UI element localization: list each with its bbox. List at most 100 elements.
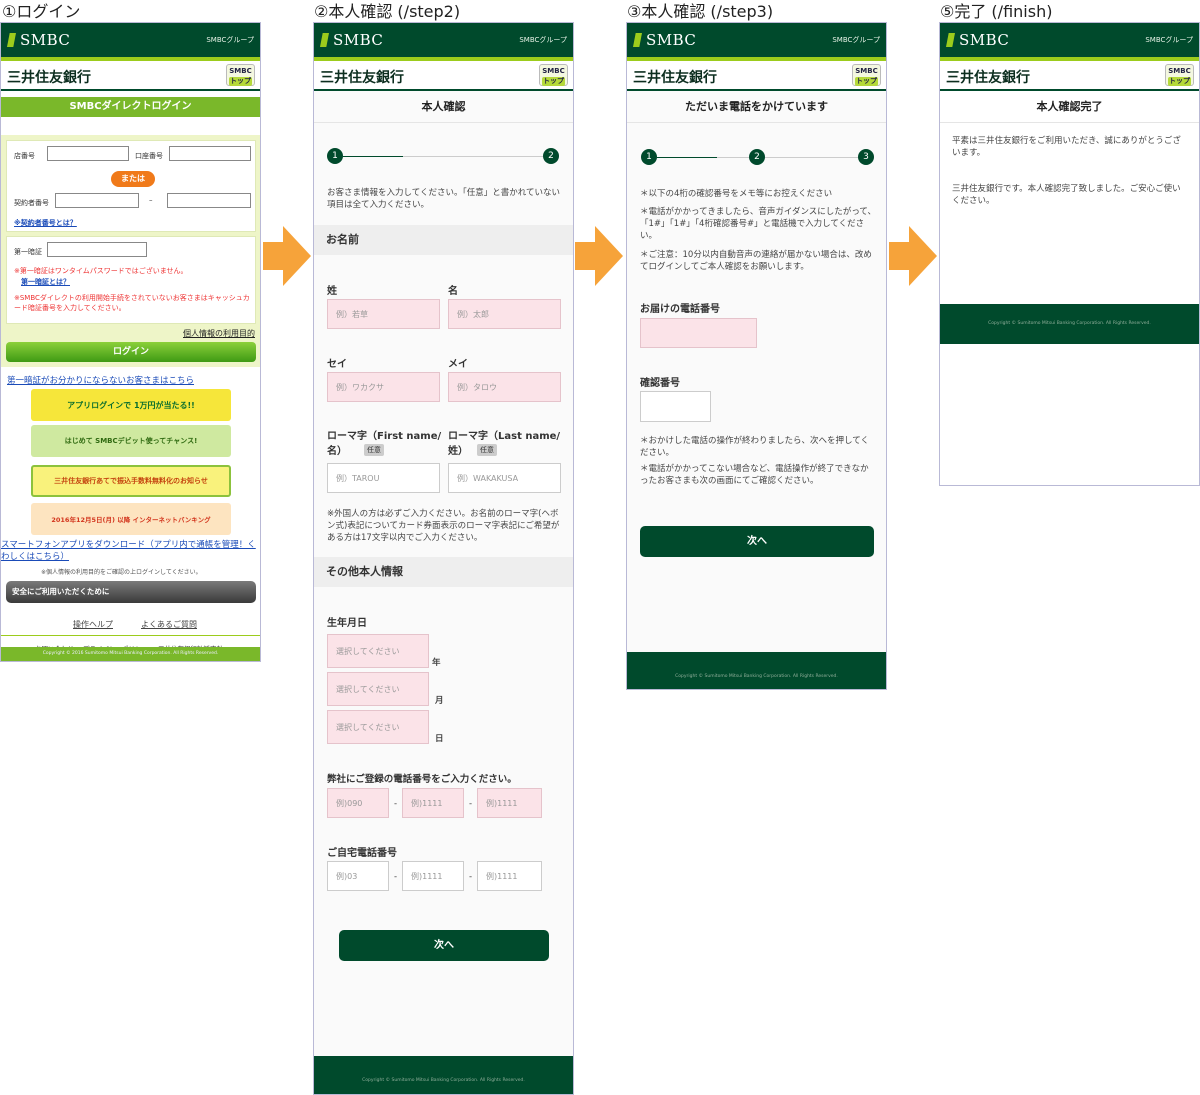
roman-first-label: ローマ字（First name/名）: [327, 431, 442, 457]
pin-box: 第一暗証 ※第一暗証はワンタイムパスワードではございません。 第一暗証とは？ ※…: [6, 236, 256, 324]
home-phone-label: ご自宅電話番号: [327, 848, 397, 859]
foreign-note: ※外国人の方は必ずご入力ください。お名前のローマ字(ヘボン式)表記についてカード…: [327, 509, 560, 543]
store-label: 店番号: [14, 152, 35, 160]
progress-line-pending: [717, 157, 749, 158]
home-phone-input-3[interactable]: 例)1111: [477, 861, 542, 891]
login-button[interactable]: ログイン: [6, 342, 256, 362]
step-label-login: ①ログイン: [2, 2, 81, 21]
progress-step-2: 2: [543, 148, 559, 164]
next-button[interactable]: 次へ: [339, 930, 549, 961]
bank-name: 三井住友銀行: [7, 70, 91, 86]
day-select[interactable]: 選択してください: [327, 710, 429, 744]
progress-step-2: 2: [749, 149, 765, 165]
pin-help-link[interactable]: 第一暗証とは？: [21, 277, 70, 287]
phone-dash: -: [394, 799, 398, 809]
brand-text: SMBC: [333, 31, 384, 49]
pin-input[interactable]: [47, 242, 147, 257]
roman-last-input[interactable]: 例）WAKAKUSA: [448, 463, 561, 493]
page-title: 本人確認完了: [940, 91, 1199, 123]
note-memo: ＊以下の4桁の確認番号をメモ等にお控えください: [640, 189, 833, 199]
phone-input-1[interactable]: 例)090: [327, 788, 389, 818]
top-button-line1: SMBC: [1168, 67, 1191, 75]
pin-unknown-link[interactable]: 第一暗証がお分かりにならないお客さまはこちら: [7, 374, 194, 386]
login-copyright: Copyright © 2016 Sumitomo Mitsui Banking…: [1, 647, 260, 661]
contract-input-2[interactable]: [167, 193, 251, 208]
smbc-logo[interactable]: SMBC: [633, 31, 696, 49]
bank-bar: 三井住友銀行 SMBC トップ: [314, 61, 573, 91]
debit-campaign-banner[interactable]: はじめて SMBCデビット使ってチャンス!: [31, 425, 231, 457]
smbc-logo[interactable]: SMBC: [946, 31, 1009, 49]
progress-step-1: 1: [327, 148, 343, 164]
year-unit: 年: [432, 658, 441, 668]
note-guidance: ＊電話がかかってきましたら、音声ガイダンスにしたがって、「1#」「1#」「4桁確…: [640, 207, 876, 241]
year-select[interactable]: 選択してください: [327, 634, 429, 668]
account-number-input[interactable]: [169, 146, 251, 161]
contract-help-link[interactable]: ※契約者番号とは？: [14, 218, 77, 228]
smbc-top-button[interactable]: SMBC トップ: [852, 64, 881, 86]
mei-kana-input[interactable]: 例）タロウ: [448, 372, 561, 402]
mei-label: 名: [448, 286, 458, 297]
smbc-leaf-icon: [320, 33, 329, 47]
confirmation-code-field: [640, 391, 711, 422]
smbc-top-button[interactable]: SMBC トップ: [1165, 64, 1194, 86]
smbc-leaf-icon: [7, 33, 16, 47]
transfer-fee-banner[interactable]: 三井住友銀行あてで振込手数料無料化のお知らせ: [31, 465, 231, 497]
group-label: SMBCグループ: [1145, 36, 1193, 44]
pin-label: 第一暗証: [14, 248, 42, 256]
mei-input[interactable]: 例）太郎: [448, 299, 561, 329]
login-body: 店番号 口座番号 または 契約者番号 – ※契約者番号とは？ 第一暗証 ※第一暗…: [1, 135, 260, 653]
progress-line-pending: [765, 157, 858, 158]
code-label: 確認番号: [640, 378, 680, 389]
login-title: SMBCダイレクトログイン: [1, 97, 260, 117]
sei-input[interactable]: 例）若草: [327, 299, 440, 329]
phone-dash: -: [469, 872, 473, 882]
notice-banner[interactable]: 2016年12月5日(月) 以降 インターネットバンキング: [31, 503, 231, 535]
footer: Copyright © Sumitomo Mitsui Banking Corp…: [940, 304, 1199, 344]
phone-input-2[interactable]: 例)1111: [402, 788, 464, 818]
phone-dash: -: [394, 872, 398, 882]
progress-line-pending: [403, 156, 543, 157]
sei-kana-input[interactable]: 例）ワカクサ: [327, 372, 440, 402]
optional-badge: 任意: [477, 444, 497, 456]
app-download-link[interactable]: スマートフォンアプリをダウンロード（アプリ内で通帳を管理！くわしくはこちら）: [1, 539, 259, 563]
note-no-call: ＊電話がかかってこない場合など、電話操作が終了できなかったお客さまも次の画面にて…: [640, 464, 869, 486]
top-button-line1: SMBC: [229, 67, 252, 75]
smbc-logo[interactable]: SMBC: [7, 31, 70, 49]
bank-bar: 三井住友銀行 SMBC トップ: [940, 61, 1199, 91]
top-button-line1: SMBC: [542, 67, 565, 75]
pin-warning: ※第一暗証はワンタイムパスワードではございません。: [14, 267, 188, 275]
progress-step-1: 1: [641, 149, 657, 165]
month-select[interactable]: 選択してください: [327, 672, 429, 706]
sei-kana-label: セイ: [327, 359, 347, 370]
operation-help-link[interactable]: 操作ヘルプ: [73, 619, 113, 630]
step-label-step2: ②本人確認 (/step2): [314, 2, 461, 21]
thanks-message: 平素は三井住友銀行をご利用いただき、誠にありがとうございます。: [952, 136, 1181, 158]
safety-button[interactable]: 安全にご利用いただくために: [6, 581, 256, 603]
phone-input-3[interactable]: 例)1111: [477, 788, 542, 818]
contract-input-1[interactable]: [55, 193, 139, 208]
home-phone-input-1[interactable]: 例)03: [327, 861, 389, 891]
smbc-top-button[interactable]: SMBC トップ: [539, 64, 568, 86]
note-caution: ＊ご注意：10分以内自動音声の連絡が届かない場合は、改めてログインしてご本人確認…: [640, 250, 872, 272]
bank-name: 三井住友銀行: [320, 70, 404, 86]
bank-bar: 三井住友銀行 SMBC トップ: [1, 61, 260, 91]
step-label-finish: ⑤完了 (/finish): [940, 2, 1053, 21]
page-title: ただいま電話をかけています: [627, 91, 886, 123]
smbc-top-button[interactable]: SMBC トップ: [226, 64, 255, 86]
or-badge: または: [111, 171, 155, 187]
next-button[interactable]: 次へ: [640, 526, 874, 557]
home-phone-input-2[interactable]: 例)1111: [402, 861, 464, 891]
privacy-purpose-link[interactable]: 個人情報の利用目的: [183, 328, 255, 339]
group-label: SMBCグループ: [206, 36, 254, 44]
phone-dash: -: [469, 799, 473, 809]
store-number-input[interactable]: [47, 146, 129, 161]
faq-link[interactable]: よくあるご質問: [141, 619, 197, 630]
bank-bar: 三井住友銀行 SMBC トップ: [627, 61, 886, 91]
contract-label: 契約者番号: [14, 199, 49, 207]
roman-first-input[interactable]: 例）TAROU: [327, 463, 440, 493]
login-screen: SMBC SMBCグループ 三井住友銀行 SMBC トップ SMBCダイレクトログ…: [0, 22, 261, 662]
site-header: SMBC SMBCグループ: [627, 23, 886, 57]
app-campaign-banner[interactable]: アプリログインで 1万円が当たる!!: [31, 389, 231, 421]
account-label: 口座番号: [135, 152, 163, 160]
smbc-logo[interactable]: SMBC: [320, 31, 383, 49]
